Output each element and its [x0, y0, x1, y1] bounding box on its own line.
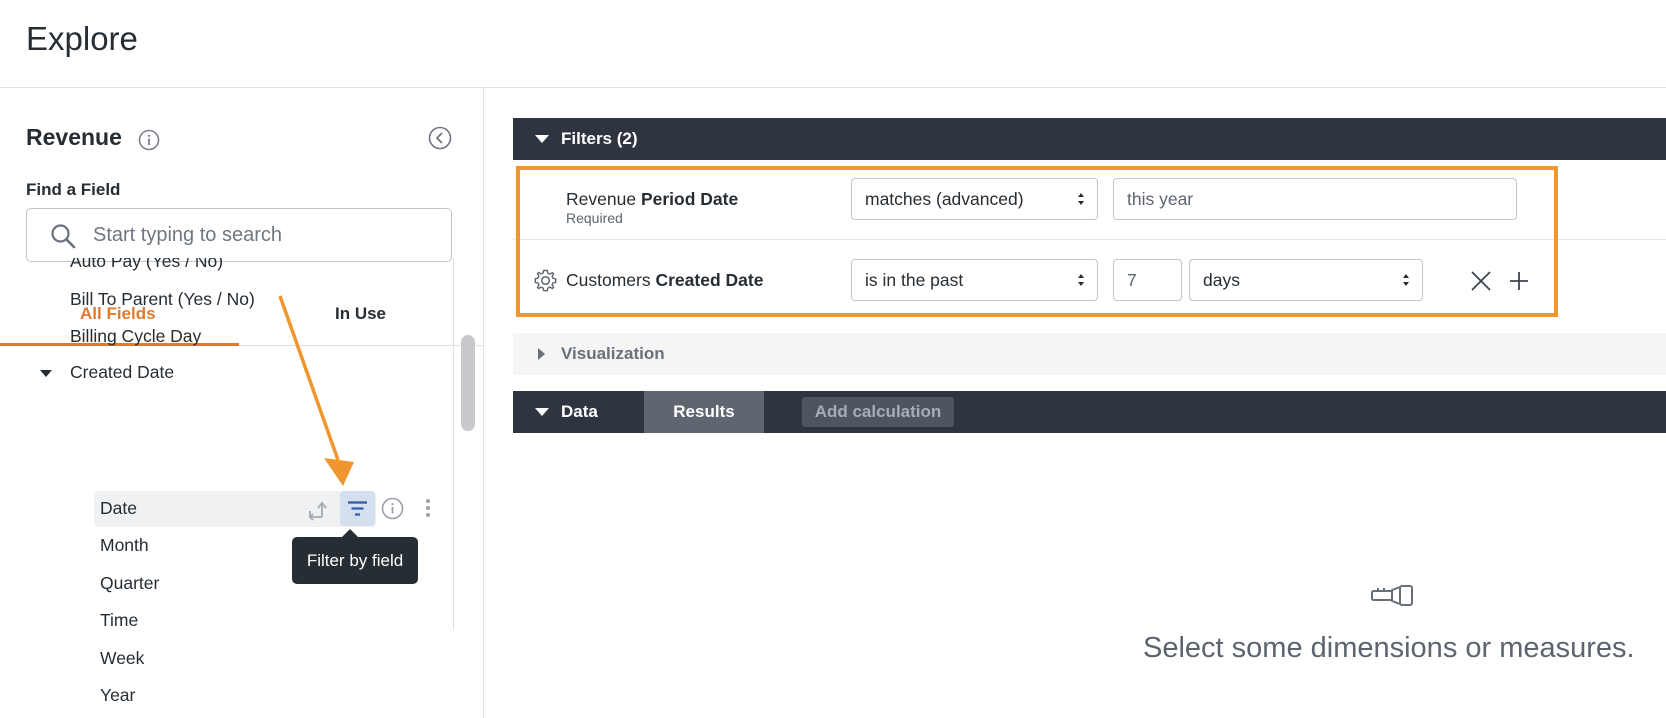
list-item[interactable]: Time: [100, 610, 138, 631]
list-item[interactable]: Bill To Parent (Yes / No): [70, 289, 255, 310]
list-item[interactable]: Week: [100, 648, 144, 669]
annotation-highlight-box: [516, 166, 1558, 317]
list-item[interactable]: Date: [100, 498, 137, 519]
caret-down-icon: [535, 135, 549, 143]
flashlight-icon: [1371, 585, 1413, 606]
tooltip: Filter by field: [292, 537, 418, 584]
filters-title: Filters (2): [561, 129, 638, 148]
caret-down-icon[interactable]: [535, 408, 549, 416]
filter-icon: [348, 501, 367, 516]
collapse-panel-icon[interactable]: [428, 126, 452, 150]
tooltip-arrow: [342, 529, 358, 537]
tab-results[interactable]: Results: [644, 391, 764, 433]
more-options-icon[interactable]: [420, 496, 436, 520]
caret-right-icon: [538, 348, 545, 360]
scrollbar-track: [453, 258, 484, 630]
list-item[interactable]: Billing Cycle Day: [70, 326, 201, 347]
list-item[interactable]: Month: [100, 535, 149, 556]
annotation-arrow: [278, 295, 354, 486]
explore-name: Revenue: [26, 124, 122, 150]
list-item[interactable]: Quarter: [100, 573, 159, 594]
expand-caret-icon[interactable]: [40, 370, 52, 377]
filter-by-field-button[interactable]: [340, 491, 375, 526]
tab-data[interactable]: Data: [561, 402, 598, 422]
find-field-label: Find a Field: [26, 180, 121, 199]
filters-section-header[interactable]: Filters (2): [513, 118, 1666, 160]
search-box: [26, 208, 452, 262]
search-icon: [51, 224, 76, 249]
list-item[interactable]: Auto Pay (Yes / No): [70, 258, 223, 272]
info-icon[interactable]: [381, 497, 404, 520]
scrollbar-thumb[interactable]: [461, 335, 475, 431]
empty-state-message: Select some dimensions or measures.: [1143, 632, 1635, 664]
visualization-section-header[interactable]: Visualization: [513, 333, 1666, 375]
pivot-icon[interactable]: [306, 498, 330, 522]
visualization-title: Visualization: [561, 344, 665, 363]
page-header: Explore: [0, 0, 1666, 88]
info-icon[interactable]: [138, 129, 160, 151]
search-input[interactable]: [93, 219, 433, 251]
list-item[interactable]: Year: [100, 685, 135, 706]
add-calculation-button[interactable]: Add calculation: [802, 397, 954, 427]
data-section-header: Data Results Add calculation: [513, 391, 1666, 433]
page-title: Explore: [26, 20, 138, 57]
list-item[interactable]: Created Date: [70, 362, 174, 383]
